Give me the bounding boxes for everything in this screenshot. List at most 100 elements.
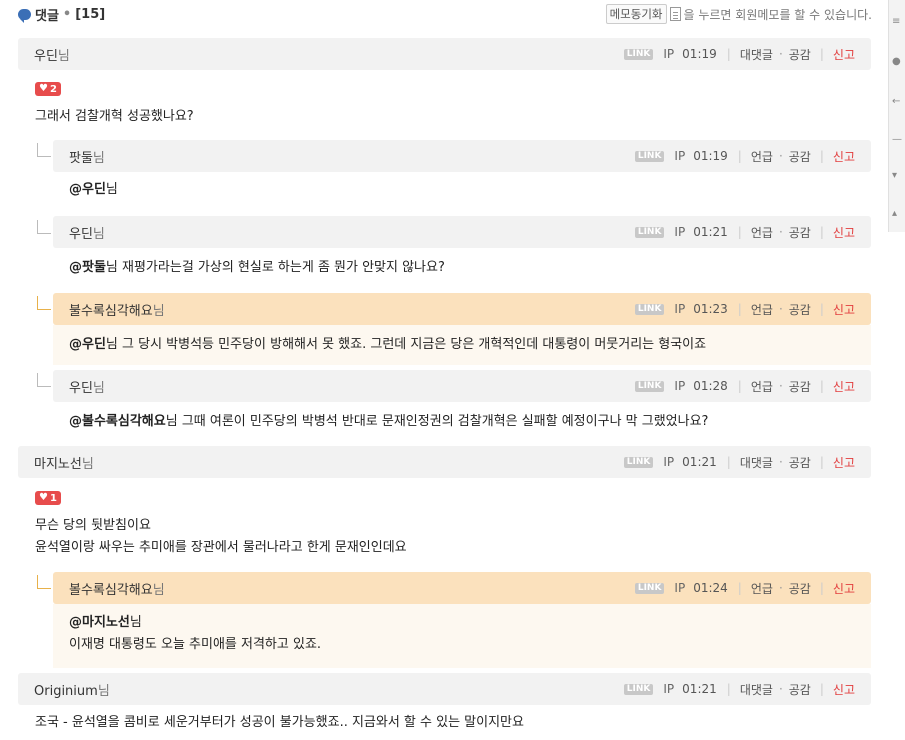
comment-time: 01:24 <box>693 581 728 595</box>
divider: | <box>819 302 824 316</box>
empathy-button[interactable]: 공감 <box>789 580 811 597</box>
report-button[interactable]: 신고 <box>833 46 855 63</box>
comment-text: 그래서 검찰개혁 성공했나요? <box>35 109 194 124</box>
report-button[interactable]: 신고 <box>833 454 855 471</box>
report-button[interactable]: 신고 <box>833 580 855 597</box>
empathy-button[interactable]: 공감 <box>789 454 811 471</box>
comment-time: 01:28 <box>693 379 728 393</box>
reply-header: 우딘님 LINK IP 01:28 | 언급 · 공감 | 신고 <box>53 370 871 402</box>
empathy-button[interactable]: 공감 <box>789 148 811 165</box>
comment-author[interactable]: 우딘님 <box>34 45 70 64</box>
dot-separator: · <box>778 47 783 61</box>
link-badge[interactable]: LINK <box>623 456 654 468</box>
divider: | <box>737 581 742 595</box>
reply-button[interactable]: 대댓글 <box>740 681 773 698</box>
mention-button[interactable]: 언급 <box>751 378 773 395</box>
arrow-down-icon[interactable]: ▾ <box>892 171 902 181</box>
mention-link[interactable]: @볼수록심각해요 <box>69 414 166 429</box>
comment-body: ♥ 2 그래서 검찰개혁 성공했나요? <box>35 80 855 128</box>
mention-button[interactable]: 언급 <box>751 148 773 165</box>
side-tool-rail: ≡ ● ← — ▾ ▴ <box>888 0 905 232</box>
mention-link[interactable]: @팟둘 <box>69 260 106 275</box>
comment-time: 01:19 <box>682 47 717 61</box>
divider: | <box>726 682 731 696</box>
divider: | <box>726 47 731 61</box>
comment-header: 우딘님 LINK IP 01:19 | 대댓글 · 공감 | 신고 <box>18 38 871 70</box>
link-badge[interactable]: LINK <box>634 226 665 238</box>
report-button[interactable]: 신고 <box>833 148 855 165</box>
comment-meta: LINK IP 01:19 | 대댓글 · 공감 | 신고 <box>623 38 871 70</box>
memo-sync-button[interactable]: 메모동기화 <box>605 4 667 24</box>
report-button[interactable]: 신고 <box>833 681 855 698</box>
reply-connector <box>37 143 51 157</box>
reply-button[interactable]: 대댓글 <box>740 46 773 63</box>
like-count-badge[interactable]: ♥ 2 <box>35 82 61 96</box>
title-dot: • <box>62 7 72 22</box>
comment-body: ♥ 1 무슨 당의 뒷받침이요 윤석열이랑 싸우는 추미애를 장관에서 물러나라고… <box>35 489 855 559</box>
reply-body: @우딘님 <box>69 179 859 201</box>
reply-header: 팟둘님 LINK IP 01:19 | 언급 · 공감 | 신고 <box>53 140 871 172</box>
empathy-button[interactable]: 공감 <box>789 681 811 698</box>
mention-link[interactable]: @우딘 <box>69 337 106 352</box>
reply-connector <box>37 296 51 310</box>
link-badge[interactable]: LINK <box>634 303 665 315</box>
report-button[interactable]: 신고 <box>833 378 855 395</box>
link-badge[interactable]: LINK <box>623 48 654 60</box>
empathy-button[interactable]: 공감 <box>789 301 811 318</box>
mention-link[interactable]: @마지노선 <box>69 615 130 630</box>
comment-meta: LINK IP 01:24 | 언급 · 공감 | 신고 <box>634 572 871 604</box>
dot-separator: · <box>778 379 783 393</box>
empathy-button[interactable]: 공감 <box>789 378 811 395</box>
comment-author[interactable]: 볼수록심각해요님 <box>69 579 165 598</box>
like-count-badge[interactable]: ♥ 1 <box>35 491 61 505</box>
link-badge[interactable]: LINK <box>634 150 665 162</box>
reply-text: @팟둘님 재평가라는걸 가상의 현실로 하는게 좀 뭔가 안맞지 않나요? <box>69 260 445 275</box>
ip-label: IP <box>663 47 675 61</box>
link-badge[interactable]: LINK <box>634 380 665 392</box>
report-button[interactable]: 신고 <box>833 224 855 241</box>
arrow-up-icon[interactable]: ▴ <box>892 209 902 219</box>
dot-separator: · <box>778 149 783 163</box>
empathy-button[interactable]: 공감 <box>789 46 811 63</box>
divider: | <box>737 302 742 316</box>
reply-body: @우딘님 그 당시 박병석등 민주당이 방해해서 못 했죠. 그런데 지금은 당… <box>53 325 871 365</box>
dot-separator: · <box>778 682 783 696</box>
comments-header: 댓글 • [15] 메모동기화 을 누르면 회원메모를 할 수 있습니다. <box>18 0 872 28</box>
comment-meta: LINK IP 01:21 | 언급 · 공감 | 신고 <box>634 216 871 248</box>
divider: | <box>819 379 824 393</box>
memo-help-text: 을 누르면 회원메모를 할 수 있습니다. <box>683 7 873 22</box>
comment-author[interactable]: Originium님 <box>34 680 110 699</box>
report-button[interactable]: 신고 <box>833 301 855 318</box>
chat-icon[interactable]: ● <box>892 57 902 67</box>
minus-icon[interactable]: — <box>892 135 902 145</box>
list-icon[interactable]: ≡ <box>892 17 902 27</box>
comment-author[interactable]: 불수록심각해요님 <box>69 300 165 319</box>
comment-meta: LINK IP 01:21 | 대댓글 · 공감 | 신고 <box>623 446 871 478</box>
reply-header: 우딘님 LINK IP 01:21 | 언급 · 공감 | 신고 <box>53 216 871 248</box>
divider: | <box>737 379 742 393</box>
comment-author[interactable]: 팟둘님 <box>69 147 105 166</box>
reply-connector <box>37 373 51 387</box>
link-badge[interactable]: LINK <box>623 683 654 695</box>
dot-separator: · <box>778 581 783 595</box>
reply-header: 불수록심각해요님 LINK IP 01:23 | 언급 · 공감 | 신고 <box>53 293 871 325</box>
mention-link[interactable]: @우딘 <box>69 182 106 197</box>
dot-separator: · <box>778 455 783 469</box>
mention-button[interactable]: 언급 <box>751 301 773 318</box>
empathy-button[interactable]: 공감 <box>789 224 811 241</box>
comment-bubble-icon <box>18 9 31 23</box>
mention-button[interactable]: 언급 <box>751 580 773 597</box>
mention-button[interactable]: 언급 <box>751 224 773 241</box>
comment-author[interactable]: 마지노선님 <box>34 453 94 472</box>
comment-time: 01:23 <box>693 302 728 316</box>
ip-label: IP <box>674 225 686 239</box>
reply-button[interactable]: 대댓글 <box>740 454 773 471</box>
memo-notice: 메모동기화 을 누르면 회원메모를 할 수 있습니다. <box>605 4 873 24</box>
comments-label: 댓글 <box>35 9 59 24</box>
link-badge[interactable]: LINK <box>634 582 665 594</box>
back-icon[interactable]: ← <box>892 97 902 107</box>
comment-author[interactable]: 우딘님 <box>69 377 105 396</box>
divider: | <box>819 682 824 696</box>
reply-body: @팟둘님 재평가라는걸 가상의 현실로 하는게 좀 뭔가 안맞지 않나요? <box>69 257 859 279</box>
comment-author[interactable]: 우딘님 <box>69 223 105 242</box>
